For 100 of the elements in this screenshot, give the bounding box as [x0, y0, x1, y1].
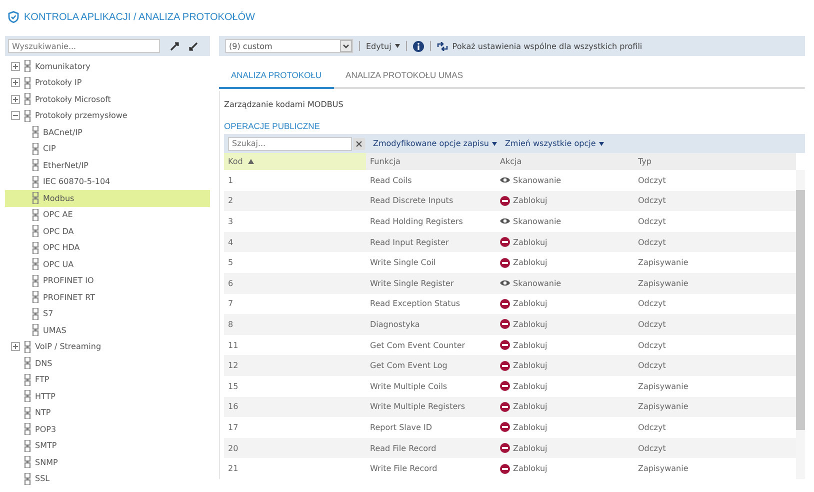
search-field[interactable]: Wyszukiwanie... [8, 39, 160, 53]
shared-settings-button[interactable]: Pokaż ustawienia wspólne dla wszystkich profili [437, 42, 642, 50]
tree-item[interactable]: VoIP / Streaming [5, 338, 210, 355]
action-value[interactable]: Zablokuj [513, 464, 548, 474]
tree-item[interactable]: SNMP [5, 454, 210, 470]
tree-item[interactable]: DNS [5, 355, 210, 372]
table-cell-text: Diagnostyka [369, 318, 421, 331]
action-value[interactable]: Skanowanie [513, 216, 562, 226]
action-value[interactable]: Zablokuj [513, 361, 548, 370]
table-cell-text: Write File Record [369, 463, 438, 476]
action-value[interactable]: Zablokuj [513, 340, 548, 350]
table-cell-text: Zapisywanie [637, 380, 690, 393]
column-header[interactable]: Typ [634, 153, 796, 170]
action-value[interactable]: Skanowanie [513, 176, 562, 185]
sync-arrows-icon [437, 42, 448, 50]
tree-item[interactable]: FTP [5, 372, 210, 388]
table-cell-text: 16 [227, 401, 240, 414]
column-header[interactable]: Funkcja [366, 153, 496, 170]
table-cell-text: Odczyt [637, 340, 667, 352]
action-value[interactable]: Zablokuj [513, 238, 548, 247]
table-cell-text: Read Coils [369, 174, 413, 187]
caret-icon [395, 44, 400, 48]
group-title: OPERACJE PUBLICZNE [224, 121, 321, 133]
tree-item[interactable]: HTTP [5, 388, 210, 404]
tree-item[interactable]: Protokoły IP [5, 74, 210, 91]
clear-icon[interactable] [353, 138, 365, 150]
table-cell-text: 11 [227, 340, 240, 352]
table-cell-text: Get Com Event Log [369, 360, 448, 372]
collapse-all-icon[interactable] [170, 42, 179, 50]
dropdown-icon [340, 40, 352, 52]
expand-all-icon[interactable] [189, 42, 198, 50]
edit-menu-button[interactable]: Edytuj [366, 42, 400, 50]
modified-options-menu[interactable]: Zmodyfikowane opcje zapisu [373, 139, 497, 148]
caret-icon [598, 142, 604, 146]
expand-icon[interactable] [11, 78, 20, 88]
table-cell-text: 17 [227, 422, 240, 434]
table-cell-text: Odczyt [637, 195, 667, 208]
table-cell-text: Read Holding Registers [369, 216, 464, 228]
collapse-icon[interactable] [11, 111, 20, 120]
action-value[interactable]: Zablokuj [513, 382, 548, 391]
action-value[interactable]: Zablokuj [513, 196, 548, 206]
tree-item[interactable]: Modbus [5, 190, 210, 206]
shield-icon [8, 11, 19, 23]
table-cell-text: 2 [227, 195, 234, 208]
scrollbar[interactable] [796, 170, 805, 479]
tree-item[interactable]: PROFINET IO [5, 272, 210, 289]
table-cell-text: Zapisywanie [637, 401, 690, 414]
table-cell-text: Odczyt [637, 298, 667, 310]
tree-item[interactable]: OPC DA [5, 223, 210, 240]
table-cell-text: Odczyt [637, 422, 667, 434]
tree-item[interactable]: Komunikatory [5, 58, 210, 74]
column-header[interactable]: Kod [224, 153, 366, 170]
table-cell-text: 21 [227, 463, 240, 476]
tree-item[interactable]: OPC HDA [5, 240, 210, 256]
tree-item[interactable]: Protokoły Microsoft [5, 91, 210, 108]
table-cell-text: 20 [227, 442, 240, 455]
tree-item[interactable]: S7 [5, 306, 210, 322]
tab[interactable]: ANALIZA PROTOKOŁU UMAS [334, 64, 476, 89]
column-header[interactable]: Akcja [496, 153, 634, 170]
table-cell-text: 3 [227, 216, 234, 228]
expand-icon[interactable] [11, 342, 20, 352]
sort-icon [248, 159, 254, 164]
table-cell-text: 12 [227, 360, 240, 372]
table-cell-text: 7 [227, 298, 234, 310]
info-icon[interactable] [413, 40, 424, 52]
tree-item[interactable]: SSL [5, 470, 210, 487]
tree-item[interactable]: NTP [5, 404, 210, 421]
tree-item[interactable]: Protokoły przemysłowe [5, 108, 210, 124]
table-cell-text: Write Single Register [369, 278, 455, 290]
tab[interactable]: ANALIZA PROTOKOŁU [219, 64, 334, 89]
tree-item[interactable]: PROFINET RT [5, 289, 210, 306]
action-value[interactable]: Skanowanie [513, 278, 562, 288]
tree-item[interactable]: POP3 [5, 421, 210, 438]
tree-item[interactable]: CIP [5, 140, 210, 157]
expand-icon[interactable] [11, 94, 20, 104]
table-cell-text: 4 [227, 236, 234, 249]
tree-item[interactable]: BACnet/IP [5, 124, 210, 140]
search-field[interactable]: Szukaj... [228, 136, 352, 150]
action-value[interactable]: Zablokuj [513, 299, 548, 308]
tree-item[interactable]: SMTP [5, 438, 210, 454]
profile-dropdown[interactable]: (9) custom [225, 39, 353, 53]
action-value[interactable]: Zablokuj [513, 422, 548, 432]
action-value[interactable]: Zablokuj [513, 320, 548, 329]
table-cell-text: Get Com Event Counter [369, 340, 466, 352]
change-all-menu[interactable]: Zmień wszystkie opcje [504, 139, 604, 148]
action-value[interactable]: Zablokuj [513, 258, 548, 268]
table-cell-text: Read File Record [369, 442, 438, 455]
action-value[interactable]: Zablokuj [513, 444, 548, 453]
tree-item[interactable]: EtherNet/IP [5, 157, 210, 174]
tree-item[interactable]: IEC 60870-5-104 [5, 174, 210, 190]
action-value[interactable]: Zablokuj [513, 402, 548, 412]
table-cell-text: Write Multiple Registers [369, 401, 466, 414]
tree-item[interactable]: OPC AE [5, 206, 210, 223]
table-cell-text: Odczyt [637, 216, 667, 228]
table-cell-text: 8 [227, 318, 234, 331]
tree-item[interactable]: UMAS [5, 322, 210, 338]
tree-item[interactable]: OPC UA [5, 256, 210, 272]
table-cell-text: Odczyt [637, 318, 667, 331]
section-title: Zarządzanie kodami MODBUS [224, 99, 344, 111]
expand-icon[interactable] [11, 62, 20, 71]
